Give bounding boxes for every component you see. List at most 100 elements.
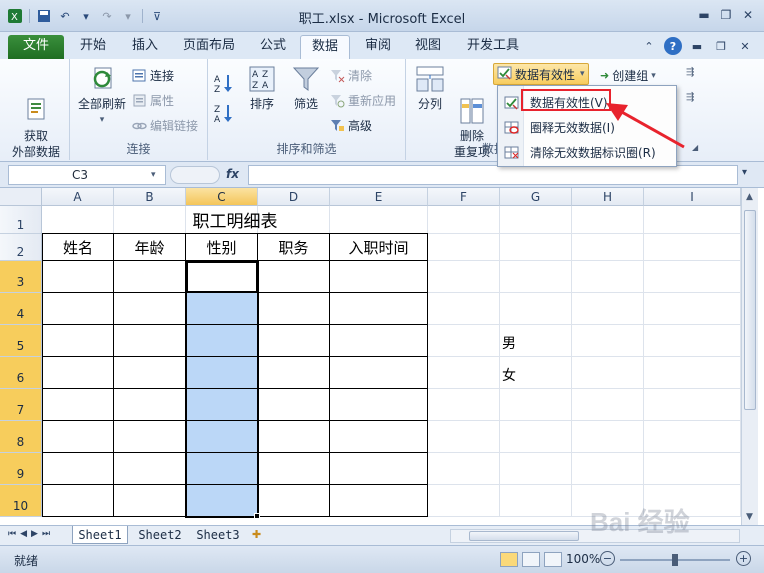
close-icon[interactable]: ✕: [736, 37, 754, 55]
table-cell[interactable]: [330, 453, 428, 485]
table-cell[interactable]: [42, 325, 114, 357]
cell[interactable]: [428, 421, 500, 453]
table-cell[interactable]: [42, 357, 114, 389]
restore-icon[interactable]: ❐: [712, 37, 730, 55]
column-header-b[interactable]: B: [114, 188, 186, 206]
column-header-g[interactable]: G: [500, 188, 572, 206]
row-header-10[interactable]: 10: [0, 485, 42, 517]
table-cell[interactable]: [330, 261, 428, 293]
filter-button[interactable]: 筛选: [286, 65, 326, 112]
scroll-thumb[interactable]: [744, 210, 756, 410]
row-header-4[interactable]: 4: [0, 293, 42, 325]
zoom-slider-knob[interactable]: [672, 554, 678, 566]
cell[interactable]: [644, 261, 741, 293]
first-sheet-icon[interactable]: ⏮: [8, 529, 16, 539]
dialog-launcher-icon[interactable]: ◢: [692, 143, 698, 152]
cell[interactable]: [644, 234, 741, 261]
help-icon[interactable]: ?: [664, 37, 682, 55]
table-cell[interactable]: [330, 421, 428, 453]
clear-button[interactable]: 清除: [330, 67, 372, 84]
cell[interactable]: [428, 234, 500, 261]
tab-page-layout[interactable]: 页面布局: [174, 35, 244, 59]
tab-file[interactable]: 文件: [8, 35, 64, 59]
row-header-7[interactable]: 7: [0, 389, 42, 421]
zoom-slider[interactable]: [620, 554, 730, 566]
table-cell[interactable]: [114, 325, 186, 357]
text-to-columns-button[interactable]: 分列: [410, 65, 450, 112]
minimize-icon[interactable]: ▬: [694, 6, 714, 24]
cell[interactable]: [500, 293, 572, 325]
column-header-i[interactable]: I: [644, 188, 741, 206]
zoom-in-icon[interactable]: +: [736, 551, 751, 566]
cell[interactable]: [428, 325, 500, 357]
cell[interactable]: [572, 325, 644, 357]
connections-button[interactable]: 连接: [132, 67, 174, 84]
page-layout-view-icon[interactable]: [522, 552, 540, 567]
table-cell[interactable]: [330, 485, 428, 517]
tab-home[interactable]: 开始: [70, 35, 116, 59]
cell[interactable]: [572, 421, 644, 453]
table-cell[interactable]: [258, 421, 330, 453]
restore-icon[interactable]: ❐: [716, 6, 736, 24]
page-break-view-icon[interactable]: [544, 552, 562, 567]
refresh-all-button[interactable]: 全部刷新 ▾: [74, 65, 130, 128]
cell[interactable]: [644, 389, 741, 421]
cell[interactable]: [572, 389, 644, 421]
cell[interactable]: [644, 293, 741, 325]
sort-az-button[interactable]: AZ: [214, 73, 234, 95]
table-header-cell[interactable]: 年龄: [114, 234, 186, 261]
tab-developer[interactable]: 开发工具: [458, 35, 528, 59]
table-cell[interactable]: [330, 389, 428, 421]
table-cell[interactable]: [258, 389, 330, 421]
cell[interactable]: [500, 389, 572, 421]
row-header-8[interactable]: 8: [0, 421, 42, 453]
name-box-dropdown-icon[interactable]: ▾: [151, 170, 165, 180]
reapply-button[interactable]: 重新应用: [330, 92, 396, 109]
cell[interactable]: [644, 421, 741, 453]
table-cell[interactable]: [114, 357, 186, 389]
row-header-3[interactable]: 3: [0, 261, 42, 293]
advanced-filter-button[interactable]: 高级: [330, 117, 372, 134]
table-cell[interactable]: [114, 261, 186, 293]
row-header-2[interactable]: 2: [0, 234, 42, 261]
close-icon[interactable]: ✕: [738, 6, 758, 24]
cell[interactable]: [500, 234, 572, 261]
table-header-cell[interactable]: 职务: [258, 234, 330, 261]
cell[interactable]: [572, 293, 644, 325]
table-cell[interactable]: [42, 453, 114, 485]
next-sheet-icon[interactable]: ▶: [31, 529, 38, 539]
row-header-5[interactable]: 5: [0, 325, 42, 357]
minimize-icon[interactable]: ▬: [688, 37, 706, 55]
scroll-up-icon[interactable]: ▲: [746, 192, 753, 202]
cell[interactable]: [644, 325, 741, 357]
normal-view-icon[interactable]: [500, 552, 518, 567]
column-header-f[interactable]: F: [428, 188, 500, 206]
tab-view[interactable]: 视图: [406, 35, 450, 59]
cell[interactable]: [644, 453, 741, 485]
edit-links-button[interactable]: 编辑链接: [132, 117, 198, 134]
collapse-ribbon-icon[interactable]: ⌃: [640, 37, 658, 55]
cell[interactable]: [428, 261, 500, 293]
cell[interactable]: [428, 357, 500, 389]
column-header-h[interactable]: H: [572, 188, 644, 206]
sheet-tab-2[interactable]: Sheet2: [132, 526, 188, 544]
column-header-d[interactable]: D: [258, 188, 330, 206]
table-header-cell[interactable]: 姓名: [42, 234, 114, 261]
row-header-1[interactable]: 1: [0, 206, 42, 234]
prev-sheet-icon[interactable]: ◀: [20, 529, 27, 539]
tab-insert[interactable]: 插入: [122, 35, 168, 59]
sheet-tab-3[interactable]: Sheet3: [190, 526, 246, 544]
cell[interactable]: [500, 421, 572, 453]
table-cell[interactable]: [42, 389, 114, 421]
insert-sheet-icon[interactable]: ✚: [252, 528, 261, 541]
worksheet-grid[interactable]: A B C D E F G H I 1 2 3 4 5 6 7 8 9 10 职工明细表 姓名 年龄 性别 职务 入职时间男女: [0, 188, 764, 525]
tab-formulas[interactable]: 公式: [250, 35, 296, 59]
column-header-e[interactable]: E: [330, 188, 428, 206]
table-cell[interactable]: [258, 357, 330, 389]
properties-button[interactable]: 属性: [132, 92, 174, 109]
show-detail-icon[interactable]: ⇶: [686, 67, 694, 78]
table-cell[interactable]: [330, 357, 428, 389]
name-box[interactable]: C3 ▾: [8, 165, 166, 185]
cell[interactable]: [428, 389, 500, 421]
create-group-button[interactable]: ➜ 创建组 ▾: [600, 67, 656, 84]
